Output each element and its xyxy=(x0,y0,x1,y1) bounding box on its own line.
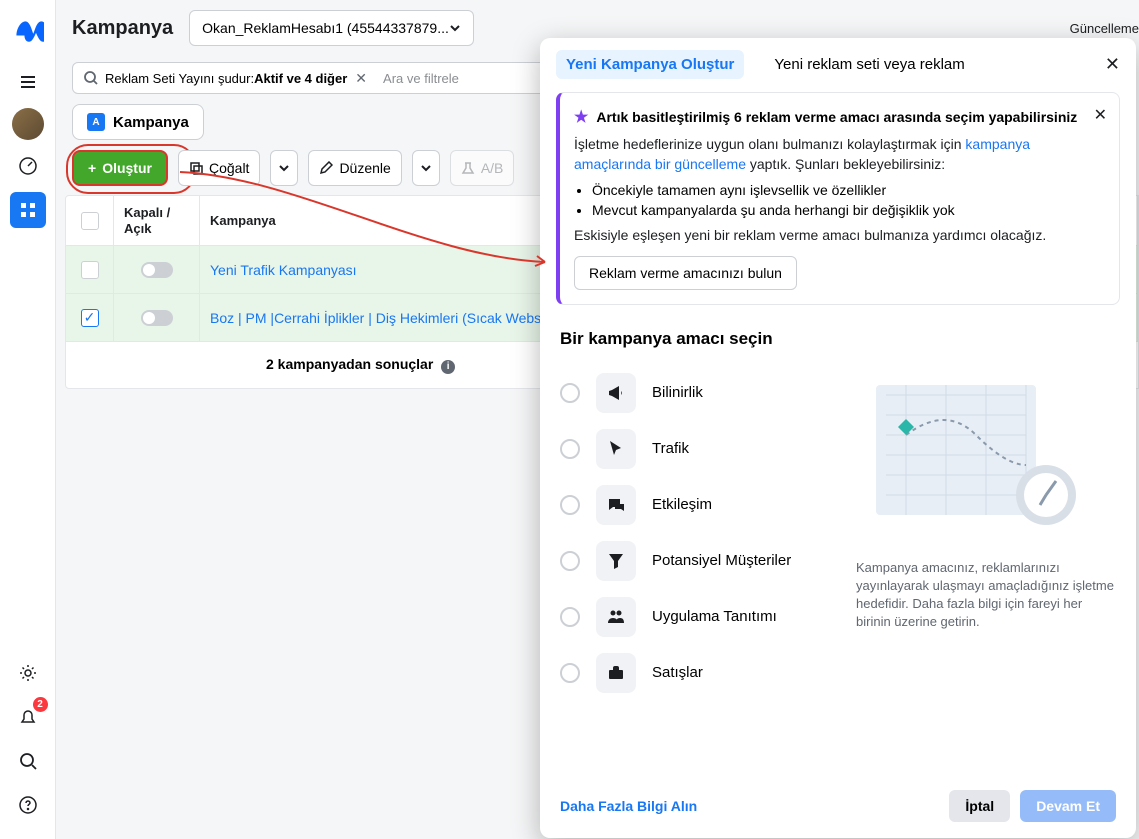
search-placeholder: Ara ve filtrele xyxy=(383,71,459,86)
radio[interactable] xyxy=(560,663,580,683)
chevron-down-icon xyxy=(449,22,461,34)
folder-icon: A xyxy=(87,113,105,131)
tab-new-adset[interactable]: Yeni reklam seti veya reklam xyxy=(764,50,974,79)
tab-new-campaign[interactable]: Yeni Kampanya Oluştur xyxy=(556,50,744,79)
row-toggle[interactable] xyxy=(141,262,173,278)
pencil-icon xyxy=(319,161,333,175)
modal-footer: Daha Fazla Bilgi Alın İptal Devam Et xyxy=(540,774,1136,838)
radio[interactable] xyxy=(560,607,580,627)
info-icon[interactable]: i xyxy=(441,360,455,374)
objective-app[interactable]: Uygulama Tanıtımı xyxy=(560,589,836,645)
new-campaign-modal: Yeni Kampanya Oluştur Yeni reklam seti v… xyxy=(540,38,1136,838)
radio[interactable] xyxy=(560,551,580,571)
objective-traffic[interactable]: Trafik xyxy=(560,421,836,477)
close-icon[interactable]: ✕ xyxy=(1105,54,1120,75)
gear-icon[interactable] xyxy=(10,655,46,691)
megaphone-icon xyxy=(596,373,636,413)
objective-description-panel: Kampanya amacınız, reklamlarınızı yayınl… xyxy=(856,365,1116,701)
search-icon[interactable] xyxy=(10,743,46,779)
briefcase-icon xyxy=(596,653,636,693)
account-selector-label: Okan_ReklamHesabı1 (45544337879... xyxy=(202,20,449,36)
info-bullet: Mevcut kampanyalarda şu anda herhangi bi… xyxy=(592,202,1105,218)
notification-badge: 2 xyxy=(33,697,48,712)
flask-icon xyxy=(461,161,475,175)
menu-icon[interactable] xyxy=(10,64,46,100)
info-bullet: Öncekiyle tamamen aynı işlevsellik ve öz… xyxy=(592,182,1105,198)
ab-test-button[interactable]: A/B xyxy=(450,150,515,186)
header-checkbox[interactable] xyxy=(81,212,99,230)
star-icon: ★ xyxy=(574,107,588,127)
campaign-name-link[interactable]: Boz | PM |Cerrahi İplikler | Diş Hekimle… xyxy=(210,310,548,326)
info-title: Artık basitleştirilmiş 6 reklam verme am… xyxy=(596,109,1077,125)
info-close-icon[interactable]: ✕ xyxy=(1094,105,1107,125)
radio[interactable] xyxy=(560,383,580,403)
people-icon xyxy=(596,597,636,637)
edit-button[interactable]: Düzenle xyxy=(308,150,401,186)
radio[interactable] xyxy=(560,439,580,459)
chat-icon xyxy=(596,485,636,525)
create-button[interactable]: + Oluştur xyxy=(72,150,168,186)
filter-remove-icon[interactable]: ✕ xyxy=(355,70,367,87)
row-checkbox[interactable]: ✓ xyxy=(81,309,99,327)
duplicate-button[interactable]: Çoğalt xyxy=(178,150,260,186)
chevron-down-icon xyxy=(279,163,289,173)
page-title: Kampanya xyxy=(72,17,173,40)
toolbar: + Oluştur Çoğalt Düzenle A/B xyxy=(72,150,514,186)
avatar[interactable] xyxy=(12,108,44,140)
objective-list: Bilinirlik Trafik Etkileşim xyxy=(560,365,836,701)
info-text: Eskisiyle eşleşen yeni bir reklam verme … xyxy=(574,226,1105,246)
cursor-icon xyxy=(596,429,636,469)
objective-leads[interactable]: Potansiyel Müşteriler xyxy=(560,533,836,589)
plus-icon: + xyxy=(88,160,96,176)
objective-sales[interactable]: Satışlar xyxy=(560,645,836,701)
meta-logo-icon xyxy=(12,16,44,48)
duplicate-dropdown[interactable] xyxy=(270,150,298,186)
bell-icon[interactable]: 2 xyxy=(10,699,46,735)
modal-tabs: Yeni Kampanya Oluştur Yeni reklam seti v… xyxy=(540,38,1136,92)
row-toggle[interactable] xyxy=(141,310,173,326)
gauge-icon[interactable] xyxy=(10,148,46,184)
cancel-button[interactable]: İptal xyxy=(949,790,1010,822)
section-title: Bir kampanya amacı seçin xyxy=(560,329,1116,349)
account-selector[interactable]: Okan_ReklamHesabı1 (45544337879... xyxy=(189,10,474,46)
continue-button[interactable]: Devam Et xyxy=(1020,790,1116,822)
left-nav: 2 xyxy=(0,0,56,839)
row-checkbox[interactable] xyxy=(81,261,99,279)
info-card: ✕ ★ Artık basitleştirilmiş 6 reklam verm… xyxy=(556,92,1120,305)
filter-chip[interactable]: Reklam Seti Yayını şudur: Aktif ve 4 diğ… xyxy=(105,70,367,87)
radio[interactable] xyxy=(560,495,580,515)
grid-icon[interactable] xyxy=(10,192,46,228)
objective-engagement[interactable]: Etkileşim xyxy=(560,477,836,533)
objective-awareness[interactable]: Bilinirlik xyxy=(560,365,836,421)
help-icon[interactable] xyxy=(10,787,46,823)
funnel-icon xyxy=(596,541,636,581)
learn-more-link[interactable]: Daha Fazla Bilgi Alın xyxy=(560,798,697,814)
col-toggle-header[interactable]: Kapalı / Açık xyxy=(114,196,200,245)
objective-illustration xyxy=(856,365,1096,545)
chevron-down-icon xyxy=(421,163,431,173)
tab-campaign[interactable]: A Kampanya xyxy=(72,104,204,140)
search-icon xyxy=(83,70,99,86)
copy-icon xyxy=(189,161,203,175)
campaign-name-link[interactable]: Yeni Trafik Kampanyası xyxy=(210,262,357,278)
find-objective-button[interactable]: Reklam verme amacınızı bulun xyxy=(574,256,797,290)
update-label: Güncelleme xyxy=(1070,21,1139,36)
edit-dropdown[interactable] xyxy=(412,150,440,186)
